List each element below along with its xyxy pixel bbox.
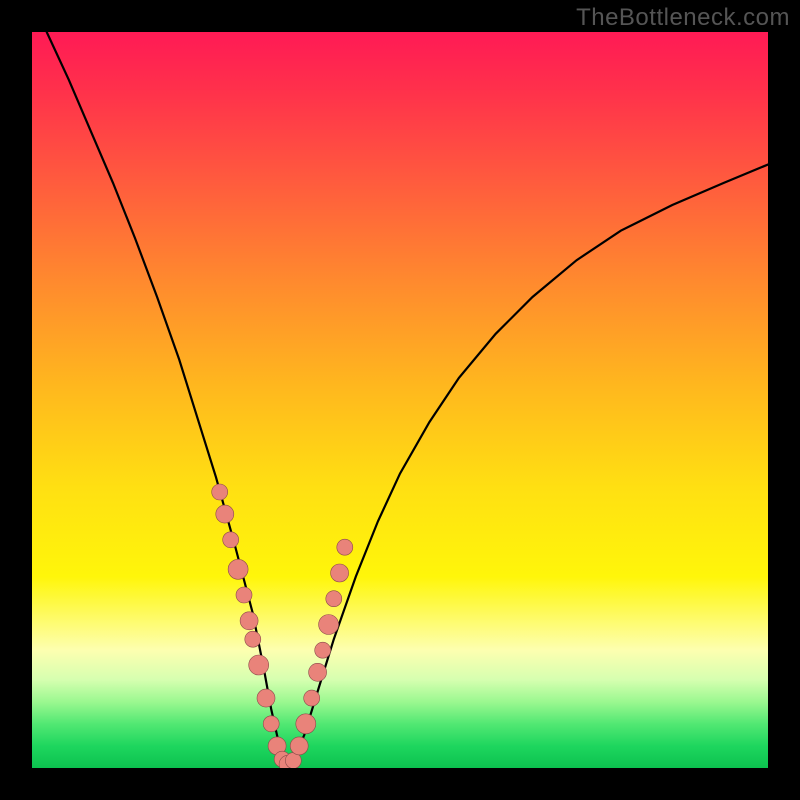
- data-dots: [212, 484, 353, 768]
- data-dot: [331, 564, 349, 582]
- curve-line: [47, 32, 768, 762]
- data-dot: [223, 532, 239, 548]
- watermark-text: TheBottleneck.com: [576, 4, 790, 32]
- data-dot: [326, 591, 342, 607]
- data-dot: [236, 587, 252, 603]
- data-dot: [296, 714, 316, 734]
- data-dot: [245, 631, 261, 647]
- chart-frame: TheBottleneck.com: [0, 0, 800, 800]
- plot-area: [32, 32, 768, 768]
- data-dot: [290, 737, 308, 755]
- data-dot: [337, 539, 353, 555]
- chart-svg: [32, 32, 768, 768]
- data-dot: [257, 689, 275, 707]
- data-dot: [319, 615, 339, 635]
- data-dot: [240, 612, 258, 630]
- data-dot: [249, 655, 269, 675]
- data-dot: [228, 559, 248, 579]
- data-dot: [309, 663, 327, 681]
- data-dot: [263, 716, 279, 732]
- data-dot: [216, 505, 234, 523]
- data-dot: [304, 690, 320, 706]
- data-dot: [212, 484, 228, 500]
- data-dot: [315, 642, 331, 658]
